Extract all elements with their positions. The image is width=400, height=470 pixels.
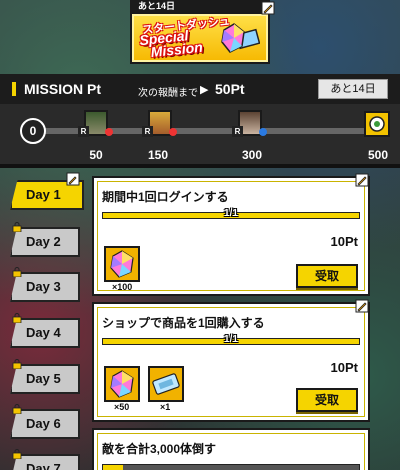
pen-icon (355, 299, 369, 313)
milestone-reward-3[interactable]: R (232, 110, 267, 150)
milestone-reward-1[interactable]: R (78, 110, 113, 150)
pen-icon (66, 172, 80, 186)
mission-card: ショップで商品を1回購入する 1/1 10Pt ×50 ×1 受取 (92, 299, 370, 422)
mission-card: 期間中1回ログインする 1/1 10Pt ×100 受取 (92, 173, 370, 296)
element-dot-icon (105, 128, 113, 136)
panel-divider (0, 164, 400, 168)
claim-button[interactable]: 受取 (296, 264, 358, 288)
lock-icon (12, 313, 22, 323)
crystal-gem-icon (221, 23, 260, 53)
mission-progress-text: 1/1 (224, 334, 238, 345)
milestone-reward-2[interactable]: R (142, 110, 177, 150)
pen-icon (261, 1, 275, 15)
ticket-icon (152, 373, 180, 395)
tab-day-label: Day 3 (26, 279, 61, 294)
tab-day-label: Day 7 (26, 461, 61, 470)
mission-points: 10Pt (330, 234, 358, 249)
crystal-gem-icon (110, 250, 134, 278)
mission-title: ショップで商品を1回購入する (102, 316, 265, 330)
rank-badge: R (78, 126, 89, 137)
element-dot-icon (169, 128, 177, 136)
mission-header: MISSION Pt 次の報酬まで ▶ 50Pt あと14日 (0, 74, 400, 104)
lock-icon (12, 267, 22, 277)
mission-card: 敵を合計3,000体倒す (92, 428, 370, 470)
reward-count: ×1 (160, 402, 171, 412)
reward-count: ×50 (114, 402, 130, 412)
reward-item[interactable] (104, 366, 140, 402)
claim-button[interactable]: 受取 (296, 388, 358, 412)
element-dot-icon (259, 128, 267, 136)
mission-title: 敵を合計3,000体倒す (102, 442, 217, 456)
milestone-value-4: 500 (367, 148, 389, 162)
mission-points: 10Pt (330, 360, 358, 375)
points-track: 0 R R R 50 150 300 500 (0, 104, 400, 164)
mission-progress-fill (103, 465, 124, 470)
lock-icon (12, 359, 22, 369)
rank-badge: R (232, 126, 243, 137)
reward-item[interactable] (104, 246, 140, 282)
tab-day-label: Day 4 (26, 325, 61, 340)
medal-icon (369, 116, 385, 132)
milestone-value-3: 300 (241, 148, 263, 162)
mission-progress-bar (102, 464, 360, 470)
tab-day-label: Day 5 (26, 371, 61, 386)
mission-progress-text: 1/1 (224, 208, 238, 219)
special-mission-banner: あと14日 スタートダッシュ Special Mission (130, 0, 275, 66)
lock-icon (12, 222, 22, 232)
final-reward-icon[interactable] (364, 111, 390, 137)
mission-points-panel: MISSION Pt 次の報酬まで ▶ 50Pt あと14日 0 R R R 5… (0, 74, 400, 164)
banner-title-en: Special Mission (139, 27, 204, 60)
mission-title: MISSION Pt (12, 82, 101, 96)
milestone-value-2: 150 (147, 148, 169, 162)
crystal-gem-icon (110, 370, 134, 398)
triangle-right-icon: ▶ (200, 84, 209, 96)
reward-count: ×100 (112, 282, 133, 292)
milestone-value-1: 50 (89, 148, 103, 162)
current-points-badge: 0 (20, 118, 46, 144)
days-left-button[interactable]: あと14日 (318, 79, 388, 99)
tab-day-label: Day 6 (26, 416, 61, 431)
tab-day-label: Day 2 (26, 234, 61, 249)
mission-title: 期間中1回ログインする (102, 190, 229, 204)
next-reward-points: 50Pt (215, 81, 245, 97)
next-reward-label: 次の報酬まで (138, 88, 198, 99)
lock-icon (12, 404, 22, 414)
pen-icon (355, 173, 369, 187)
reward-item[interactable] (148, 366, 184, 402)
banner-frame: スタートダッシュ Special Mission (130, 12, 270, 64)
tab-day-label: Day 1 (26, 187, 61, 202)
rank-badge: R (142, 126, 153, 137)
lock-icon (12, 449, 22, 459)
